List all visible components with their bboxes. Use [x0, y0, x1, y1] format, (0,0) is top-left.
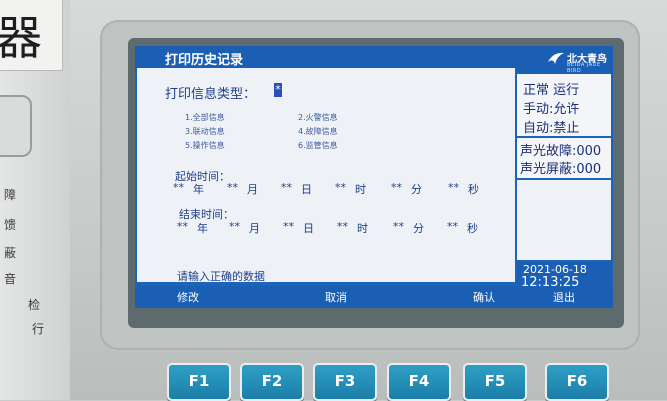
unit-label: 月 — [247, 183, 258, 196]
window-title: 打印历史记录 — [165, 53, 244, 68]
option-item: 6.监管信息 — [298, 141, 338, 150]
f5-key-label: F5 — [484, 372, 506, 390]
brand-sub: BEIDA JADE BIRD — [567, 62, 601, 74]
start-second-input[interactable]: ** — [448, 181, 459, 194]
side-button[interactable] — [0, 95, 32, 157]
f2-key[interactable]: F2 — [240, 363, 304, 401]
label-sticker: 器 — [0, 0, 63, 71]
unit-label: 日 — [303, 222, 314, 235]
unit-label: 日 — [301, 183, 312, 196]
end-year-input[interactable]: ** — [177, 220, 188, 233]
option-item: 4.故障信息 — [298, 127, 338, 136]
prompt-message: 请输入正确的数据 — [177, 270, 265, 283]
option-item: 3.联动信息 — [185, 127, 225, 136]
option-item: 5.操作信息 — [185, 141, 225, 150]
side-label: 障 — [4, 188, 17, 202]
confirm-softkey[interactable]: 确认 — [473, 289, 495, 305]
cancel-softkey[interactable]: 取消 — [325, 289, 347, 305]
title-bar: 打印历史记录 — [135, 46, 517, 68]
status-sound-shield: 声光屏蔽:000 — [520, 162, 602, 177]
exit-softkey[interactable]: 退出 — [553, 289, 575, 305]
end-second-input[interactable]: ** — [447, 220, 458, 233]
f1-key[interactable]: F1 — [167, 363, 231, 401]
unit-label: 月 — [249, 222, 260, 235]
unit-label: 年 — [197, 222, 208, 235]
f5-key[interactable]: F5 — [463, 363, 527, 401]
status-sound-fault: 声光故障:000 — [520, 144, 602, 159]
status-blank-area — [517, 180, 611, 260]
end-hour-input[interactable]: ** — [337, 220, 348, 233]
status-manual: 手动:允许 — [523, 102, 580, 117]
sticker-text: 器 — [0, 11, 42, 65]
unit-label: 年 — [193, 183, 204, 196]
f4-key[interactable]: F4 — [387, 363, 451, 401]
side-label: 音 — [4, 272, 17, 286]
start-month-input[interactable]: ** — [227, 181, 238, 194]
start-year-input[interactable]: ** — [173, 181, 184, 194]
type-label: 打印信息类型： — [165, 87, 257, 102]
unit-label: 秒 — [468, 183, 479, 196]
f3-key-label: F3 — [334, 372, 356, 390]
start-minute-input[interactable]: ** — [391, 181, 402, 194]
f4-key-label: F4 — [408, 372, 430, 390]
end-day-input[interactable]: ** — [283, 220, 294, 233]
unit-label: 时 — [357, 222, 368, 235]
side-label: 检 — [28, 298, 41, 312]
f6-key[interactable]: F6 — [545, 363, 609, 401]
option-item: 1.全部信息 — [185, 113, 225, 122]
f2-key-label: F2 — [261, 372, 283, 390]
start-hour-input[interactable]: ** — [335, 181, 346, 194]
f1-key-label: F1 — [188, 372, 210, 390]
side-label: 蔽 — [4, 246, 17, 260]
modify-softkey[interactable]: 修改 — [177, 289, 199, 305]
softkey-bar — [135, 286, 613, 308]
side-label: 馈 — [4, 218, 17, 232]
option-item: 2.火警信息 — [298, 113, 338, 122]
unit-label: 分 — [411, 183, 422, 196]
status-running: 正常 运行 — [523, 83, 580, 98]
lcd-screen: 打印历史记录 北大青鸟 BEIDA JADE BIRD 打印信息类型： * 1.… — [135, 46, 613, 308]
status-auto: 自动:禁止 — [523, 121, 580, 136]
f3-key[interactable]: F3 — [313, 363, 377, 401]
f6-key-label: F6 — [566, 372, 588, 390]
unit-label: 时 — [355, 183, 366, 196]
end-minute-input[interactable]: ** — [393, 220, 404, 233]
type-input[interactable]: * — [274, 83, 282, 97]
bird-logo-icon — [548, 52, 564, 64]
start-day-input[interactable]: ** — [281, 181, 292, 194]
end-month-input[interactable]: ** — [229, 220, 240, 233]
unit-label: 分 — [413, 222, 424, 235]
unit-label: 秒 — [467, 222, 478, 235]
side-label: 行 — [32, 322, 45, 336]
